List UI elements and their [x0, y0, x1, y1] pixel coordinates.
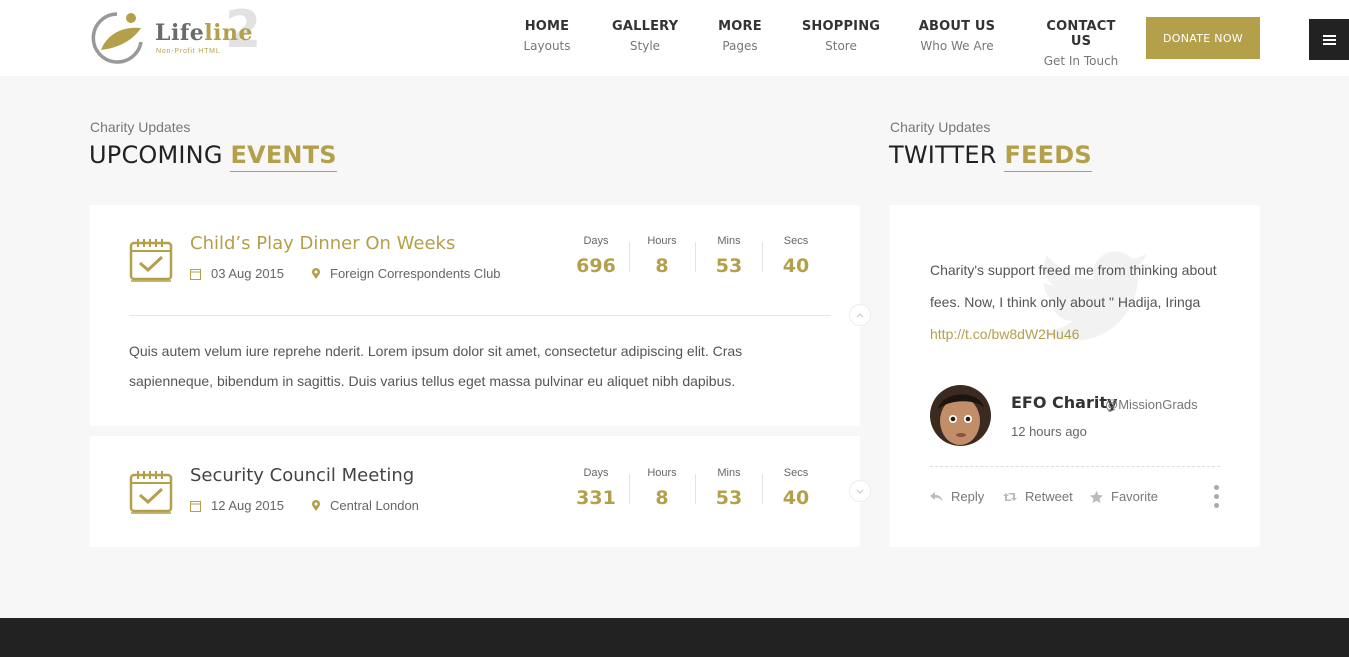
- calendar-check-icon: [129, 239, 173, 282]
- site-logo[interactable]: 2 Lifeline Non-Profit HTML: [89, 4, 264, 66]
- avatar[interactable]: [930, 385, 991, 446]
- chevron-down-icon: [856, 489, 864, 494]
- nav-shopping-sub: Store: [825, 39, 857, 53]
- calendar-icon: [190, 268, 201, 280]
- events-pretitle: Charity Updates: [90, 119, 191, 135]
- reply-button[interactable]: Reply: [930, 489, 984, 504]
- event-date-text: 12 Aug 2015: [211, 498, 285, 513]
- logo-emblem-icon: [91, 12, 143, 64]
- nav-home[interactable]: HOME Layouts: [520, 19, 574, 53]
- nav-home-title: HOME: [524, 19, 570, 34]
- countdown-hours: Hours 8: [647, 467, 677, 509]
- countdown-days: Days 696: [576, 235, 616, 277]
- nav-more[interactable]: MORE Pages: [715, 19, 765, 53]
- retweet-button[interactable]: Retweet: [1003, 489, 1073, 504]
- countdown-secs: Secs 40: [782, 235, 810, 277]
- expand-toggle[interactable]: [849, 480, 871, 502]
- retweet-icon: [1003, 492, 1017, 501]
- avatar-photo: [930, 385, 991, 446]
- event-date: 03 Aug 2015: [190, 266, 284, 281]
- nav-about[interactable]: ABOUT US Who We Are: [917, 19, 997, 53]
- event-description: Quis autem velum iure reprehe nderit. Lo…: [129, 343, 743, 389]
- nav-contact-title: CONTACT US: [1046, 19, 1116, 49]
- event-date: 12 Aug 2015: [190, 498, 284, 513]
- logo-text: Lifeline: [155, 20, 254, 46]
- nav-more-title: MORE: [718, 19, 762, 34]
- nav-gallery-title: GALLERY: [612, 19, 679, 34]
- star-icon: [1090, 490, 1103, 503]
- event-location: Central London: [312, 498, 419, 513]
- tweet-author-name[interactable]: EFO Charity: [1011, 393, 1117, 412]
- calendar-check-icon: [129, 471, 173, 514]
- favorite-button[interactable]: Favorite: [1090, 489, 1158, 504]
- countdown-mins: Mins 53: [715, 467, 743, 509]
- site-footer: [0, 618, 1349, 657]
- nav-home-sub: Layouts: [523, 39, 571, 53]
- calendar-icon: [190, 500, 201, 512]
- tweet-author-handle[interactable]: @MissionGrads: [1105, 397, 1198, 412]
- collapse-toggle[interactable]: [849, 304, 871, 326]
- map-pin-icon: [312, 267, 320, 279]
- event-location-text: Foreign Correspondents Club: [330, 266, 501, 281]
- nav-about-title: ABOUT US: [918, 19, 996, 34]
- tweet-timestamp: 12 hours ago: [1011, 424, 1087, 439]
- site-header: 2 Lifeline Non-Profit HTML HOME Layouts …: [0, 0, 1349, 76]
- logo-tagline: Non-Profit HTML: [156, 48, 221, 55]
- nav-contact[interactable]: CONTACT US Get In Touch: [1036, 19, 1126, 68]
- countdown-days: Days 331: [576, 467, 616, 509]
- nav-shopping[interactable]: SHOPPING Store: [801, 19, 881, 53]
- event-date-text: 03 Aug 2015: [211, 266, 285, 281]
- nav-gallery[interactable]: GALLERY Style: [612, 19, 678, 53]
- reply-label: Reply: [951, 489, 985, 504]
- event-divider: [129, 315, 831, 316]
- countdown-secs: Secs 40: [782, 467, 810, 509]
- nav-about-sub: Who We Are: [920, 39, 994, 53]
- more-options-icon[interactable]: [1214, 485, 1220, 509]
- tweet-text: Charity's support freed me from thinking…: [930, 262, 1217, 342]
- event-location-text: Central London: [330, 498, 419, 513]
- tweet-divider: [930, 466, 1220, 467]
- donate-button[interactable]: DONATE NOW: [1146, 17, 1260, 59]
- nav-contact-sub: Get In Touch: [1043, 54, 1119, 68]
- event-location: Foreign Correspondents Club: [312, 266, 501, 281]
- map-pin-icon: [312, 499, 320, 511]
- chevron-up-icon: [856, 312, 864, 317]
- event-title[interactable]: Child’s Play Dinner On Weeks: [190, 233, 455, 254]
- reply-icon: [930, 491, 943, 501]
- events-heading: UPCOMING EVENTS: [89, 141, 337, 172]
- tweet-link[interactable]: http://t.co/bw8dW2Hu46: [930, 326, 1079, 342]
- nav-shopping-title: SHOPPING: [801, 19, 881, 34]
- nav-gallery-sub: Style: [629, 39, 661, 53]
- nav-more-sub: Pages: [722, 39, 758, 53]
- countdown-mins: Mins 53: [715, 235, 743, 277]
- favorite-label: Favorite: [1111, 489, 1158, 504]
- twitter-heading: TWITTER FEEDS: [889, 141, 1092, 172]
- countdown-hours: Hours 8: [647, 235, 677, 277]
- twitter-pretitle: Charity Updates: [890, 119, 991, 135]
- retweet-label: Retweet: [1025, 489, 1073, 504]
- event-title[interactable]: Security Council Meeting: [190, 465, 414, 486]
- hamburger-menu-icon[interactable]: [1309, 19, 1349, 60]
